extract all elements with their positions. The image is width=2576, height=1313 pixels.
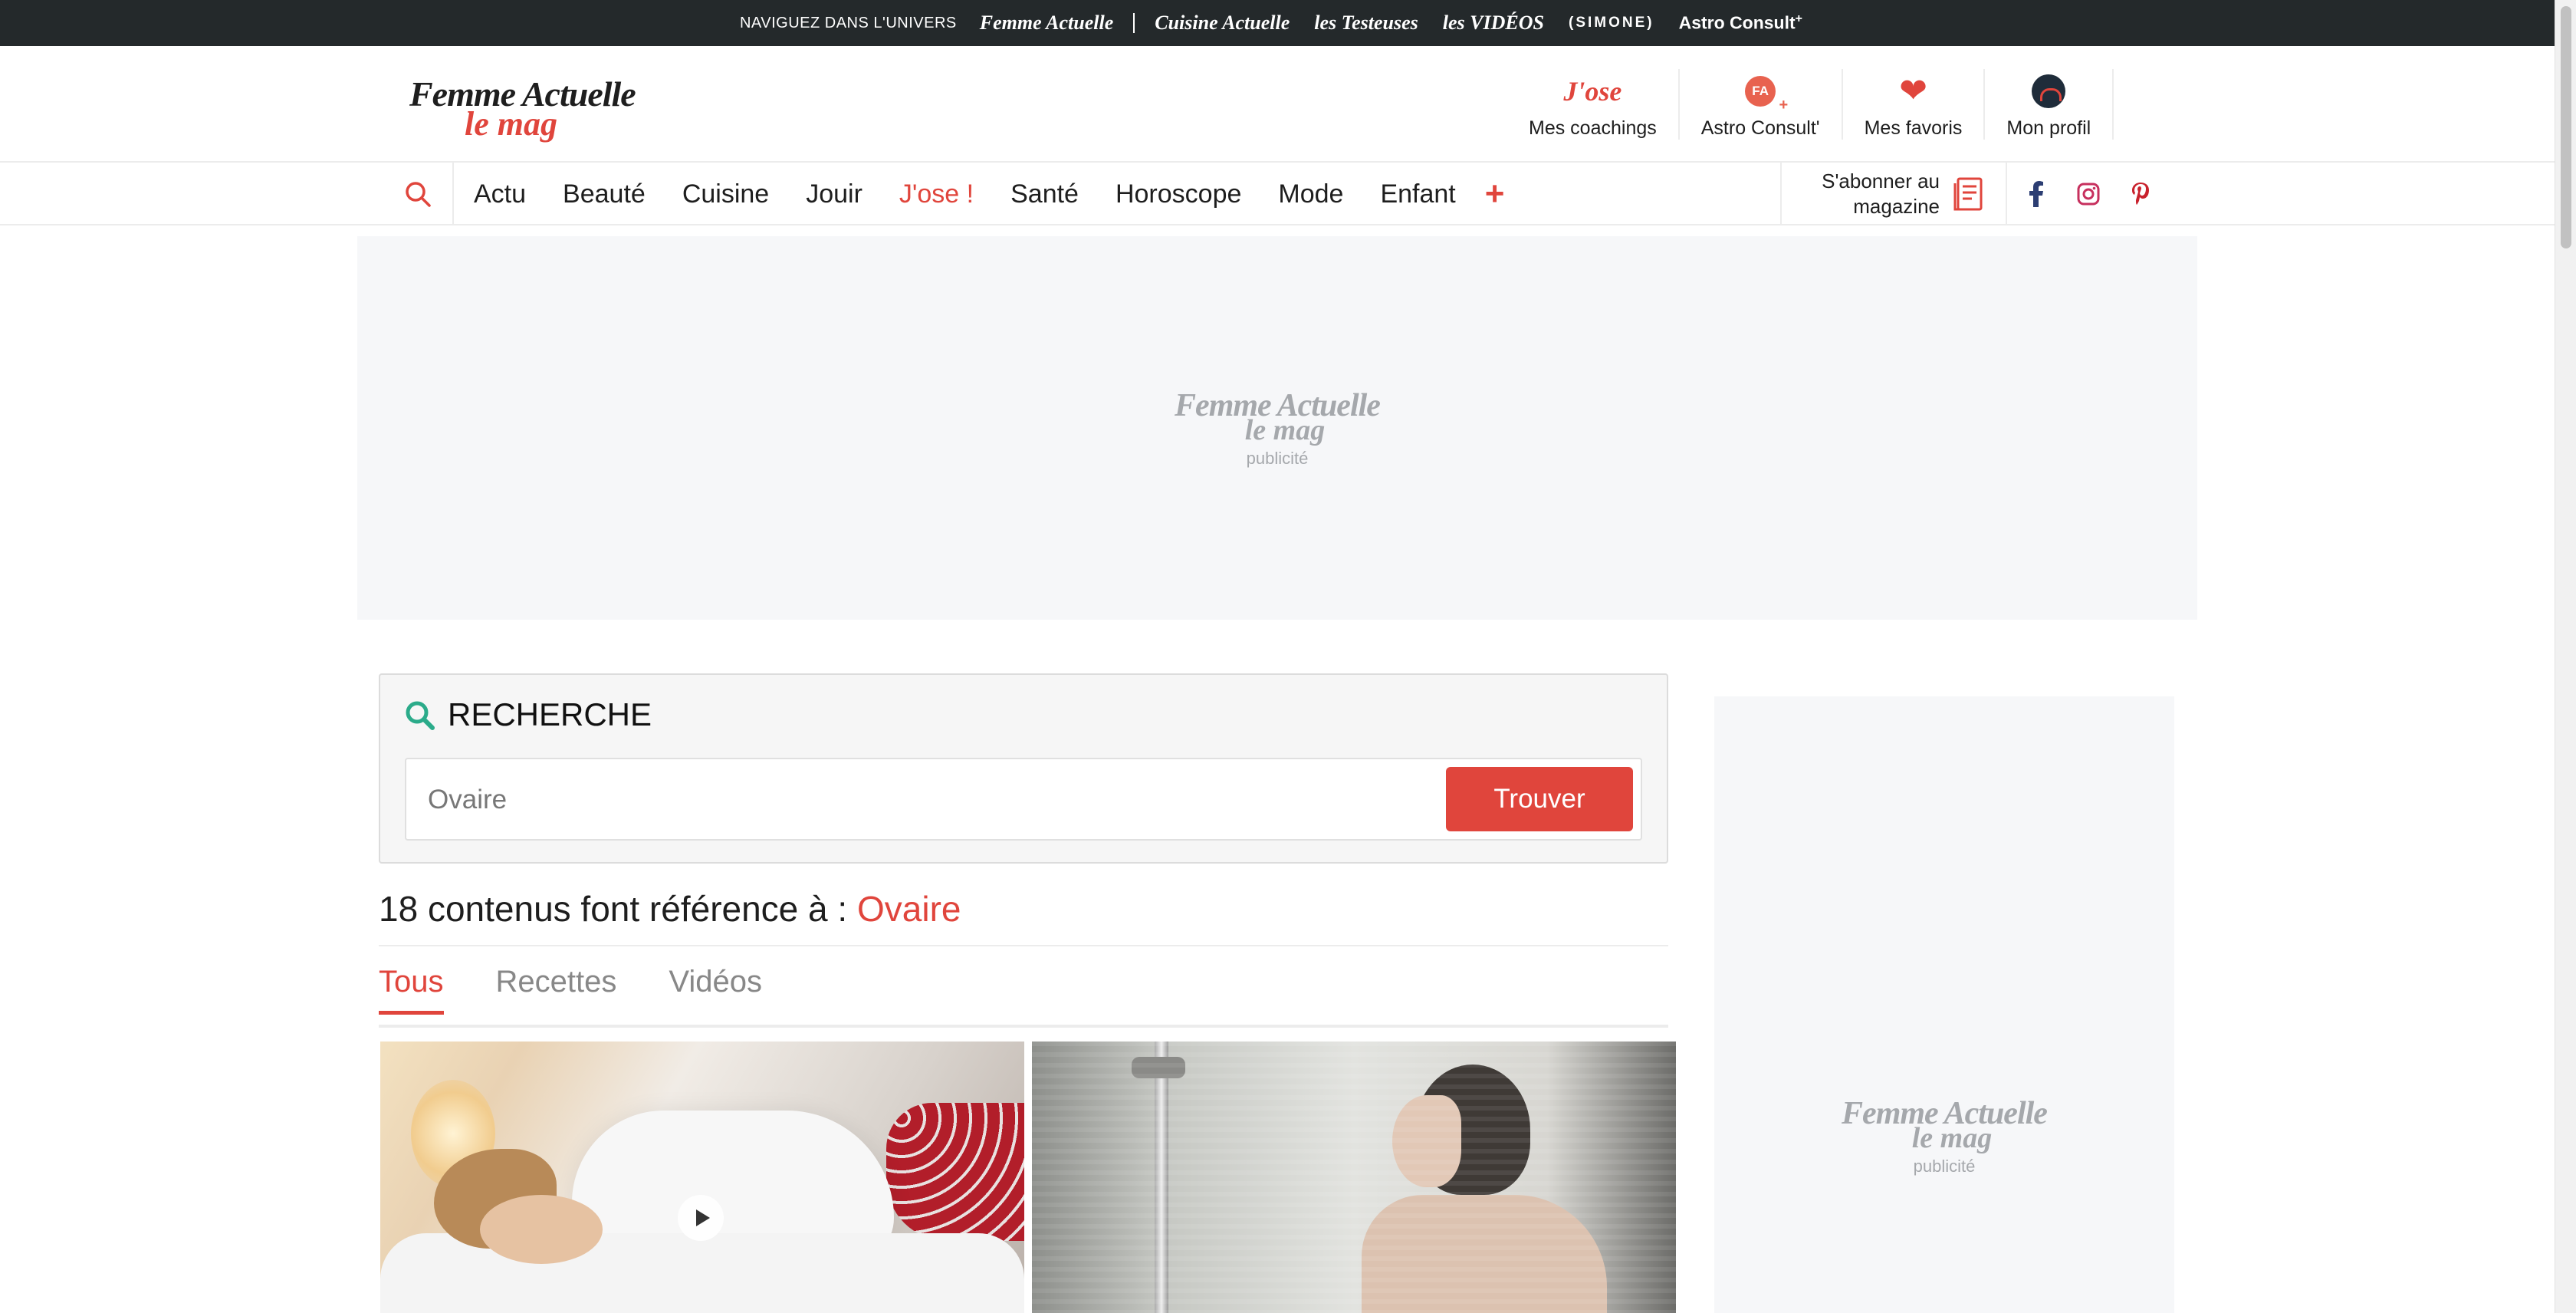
logo-line-2: le mag: [465, 105, 557, 143]
universe-link-videos[interactable]: les VIDÉOS: [1443, 12, 1544, 35]
tab-recettes[interactable]: Recettes: [496, 965, 617, 1015]
universe-lead: NAVIGUEZ DANS L'UNIVERS: [739, 14, 957, 31]
ad-label: publicité: [1246, 449, 1309, 468]
main-nav: Actu Beauté Cuisine Jouir J'ose ! Santé …: [0, 163, 2555, 225]
nav-item-mode[interactable]: Mode: [1278, 179, 1343, 209]
results-summary: 18 contenus font référence à : Ovaire: [379, 888, 961, 930]
heart-icon: ❤: [1899, 72, 1927, 110]
universe-astro-label: Astro Consult: [1678, 12, 1796, 33]
search-icon: [406, 182, 431, 207]
universe-bar: NAVIGUEZ DANS L'UNIVERS Femme Actuelle C…: [0, 0, 2555, 46]
search-field-wrapper: Trouver: [405, 758, 1642, 841]
photo-glass-overlay: [1032, 1042, 1676, 1313]
ad-logo-line-2: le mag: [1911, 1122, 1993, 1154]
universe-link-astro-consult[interactable]: Astro Consult+: [1679, 12, 1802, 34]
ad-sidebar-content: Femme Actuelle le mag publicité: [1714, 1095, 2174, 1176]
nav-item-horoscope[interactable]: Horoscope: [1116, 179, 1241, 209]
universe-link-simone[interactable]: (SIMONE): [1569, 15, 1654, 31]
search-title: RECHERCHE: [448, 696, 652, 732]
tab-videos[interactable]: Vidéos: [669, 965, 762, 1015]
mes-favoris-label: Mes favoris: [1864, 117, 1963, 139]
ad-sidebar: Femme Actuelle le mag publicité: [1714, 696, 2174, 1313]
mon-profil-label: Mon profil: [2006, 117, 2091, 139]
nav-item-sante[interactable]: Santé: [1010, 179, 1079, 209]
page-scrollbar[interactable]: [2555, 0, 2576, 1313]
universe-link-testeuses[interactable]: les Testeuses: [1314, 12, 1418, 35]
nav-search-button[interactable]: [383, 163, 454, 225]
subscribe-magazine-link[interactable]: S'abonner au magazine: [1780, 163, 2007, 225]
result-card-image[interactable]: [380, 1042, 1024, 1313]
nav-item-beaute[interactable]: Beauté: [563, 179, 646, 209]
avatar-icon: [2032, 74, 2066, 108]
mes-favoris-button[interactable]: ❤ Mes favoris: [1843, 69, 1986, 140]
mes-coachings-button[interactable]: J'ose Mes coachings: [1507, 69, 1680, 140]
site-logo[interactable]: Femme Actuelle le mag: [409, 74, 639, 143]
pinterest-link[interactable]: [2114, 163, 2167, 225]
nav-item-enfant[interactable]: Enfant: [1380, 179, 1455, 209]
universe-divider: [1133, 13, 1135, 33]
header-actions: J'ose Mes coachings FA Astro Consult' ❤ …: [1507, 69, 2114, 140]
astro-consult-label: Astro Consult': [1700, 117, 1820, 139]
results-text: contenus font référence à :: [418, 889, 857, 929]
nav-item-jose[interactable]: J'ose !: [899, 179, 974, 209]
social-links: [2010, 163, 2167, 225]
tab-tous[interactable]: Tous: [379, 965, 444, 1015]
ad-banner-top: Femme Actuelle le mag publicité: [357, 236, 2197, 620]
search-panel: RECHERCHE Trouver: [379, 673, 1668, 864]
divider: [379, 945, 1668, 946]
results-term: Ovaire: [856, 889, 961, 929]
mon-profil-button[interactable]: Mon profil: [1985, 69, 2114, 140]
photo-face: [480, 1195, 603, 1264]
ad-label: publicité: [1913, 1157, 1976, 1176]
universe-link-cuisine-actuelle[interactable]: Cuisine Actuelle: [1155, 12, 1290, 35]
ad-logo-line-2: le mag: [1244, 414, 1326, 446]
nav-item-cuisine[interactable]: Cuisine: [682, 179, 769, 209]
site-header: Femme Actuelle le mag J'ose Mes coaching…: [0, 46, 2555, 163]
mes-coachings-label: Mes coachings: [1529, 117, 1657, 139]
subscribe-label-line-1: S'abonner au: [1822, 169, 1940, 193]
trouver-button[interactable]: Trouver: [1446, 767, 1633, 831]
pinterest-icon: [2132, 183, 2149, 205]
magazine-icon: [1953, 177, 1983, 211]
subscribe-label: S'abonner au magazine: [1822, 169, 1940, 219]
astro-consult-button[interactable]: FA Astro Consult': [1680, 69, 1843, 140]
nav-item-jouir[interactable]: Jouir: [806, 179, 863, 209]
jose-icon: J'ose: [1563, 76, 1622, 107]
instagram-icon: [2077, 183, 2100, 206]
facebook-icon: [2029, 181, 2043, 207]
result-card-image[interactable]: [1032, 1042, 1676, 1313]
nav-items: Actu Beauté Cuisine Jouir J'ose ! Santé …: [455, 163, 1504, 225]
search-icon: [406, 701, 435, 730]
universe-link-femme-actuelle[interactable]: Femme Actuelle: [980, 12, 1114, 35]
instagram-link[interactable]: [2062, 163, 2114, 225]
universe-astro-sup: +: [1795, 12, 1803, 26]
results-tabs: Tous Recettes Vidéos: [379, 965, 814, 1015]
facebook-link[interactable]: [2010, 163, 2062, 225]
play-icon[interactable]: [678, 1195, 724, 1241]
search-heading: RECHERCHE: [403, 696, 652, 733]
nav-more-icon[interactable]: +: [1485, 175, 1505, 213]
photo-shorts: [886, 1103, 1024, 1241]
scrollbar-thumb[interactable]: [2561, 6, 2571, 248]
subscribe-label-line-2: magazine: [1853, 195, 1940, 218]
tabs-divider: [379, 1025, 1668, 1028]
nav-item-actu[interactable]: Actu: [474, 179, 526, 209]
astro-consult-icon: FA: [1745, 76, 1788, 114]
search-input[interactable]: [428, 779, 1401, 821]
results-count: 18: [379, 889, 419, 929]
